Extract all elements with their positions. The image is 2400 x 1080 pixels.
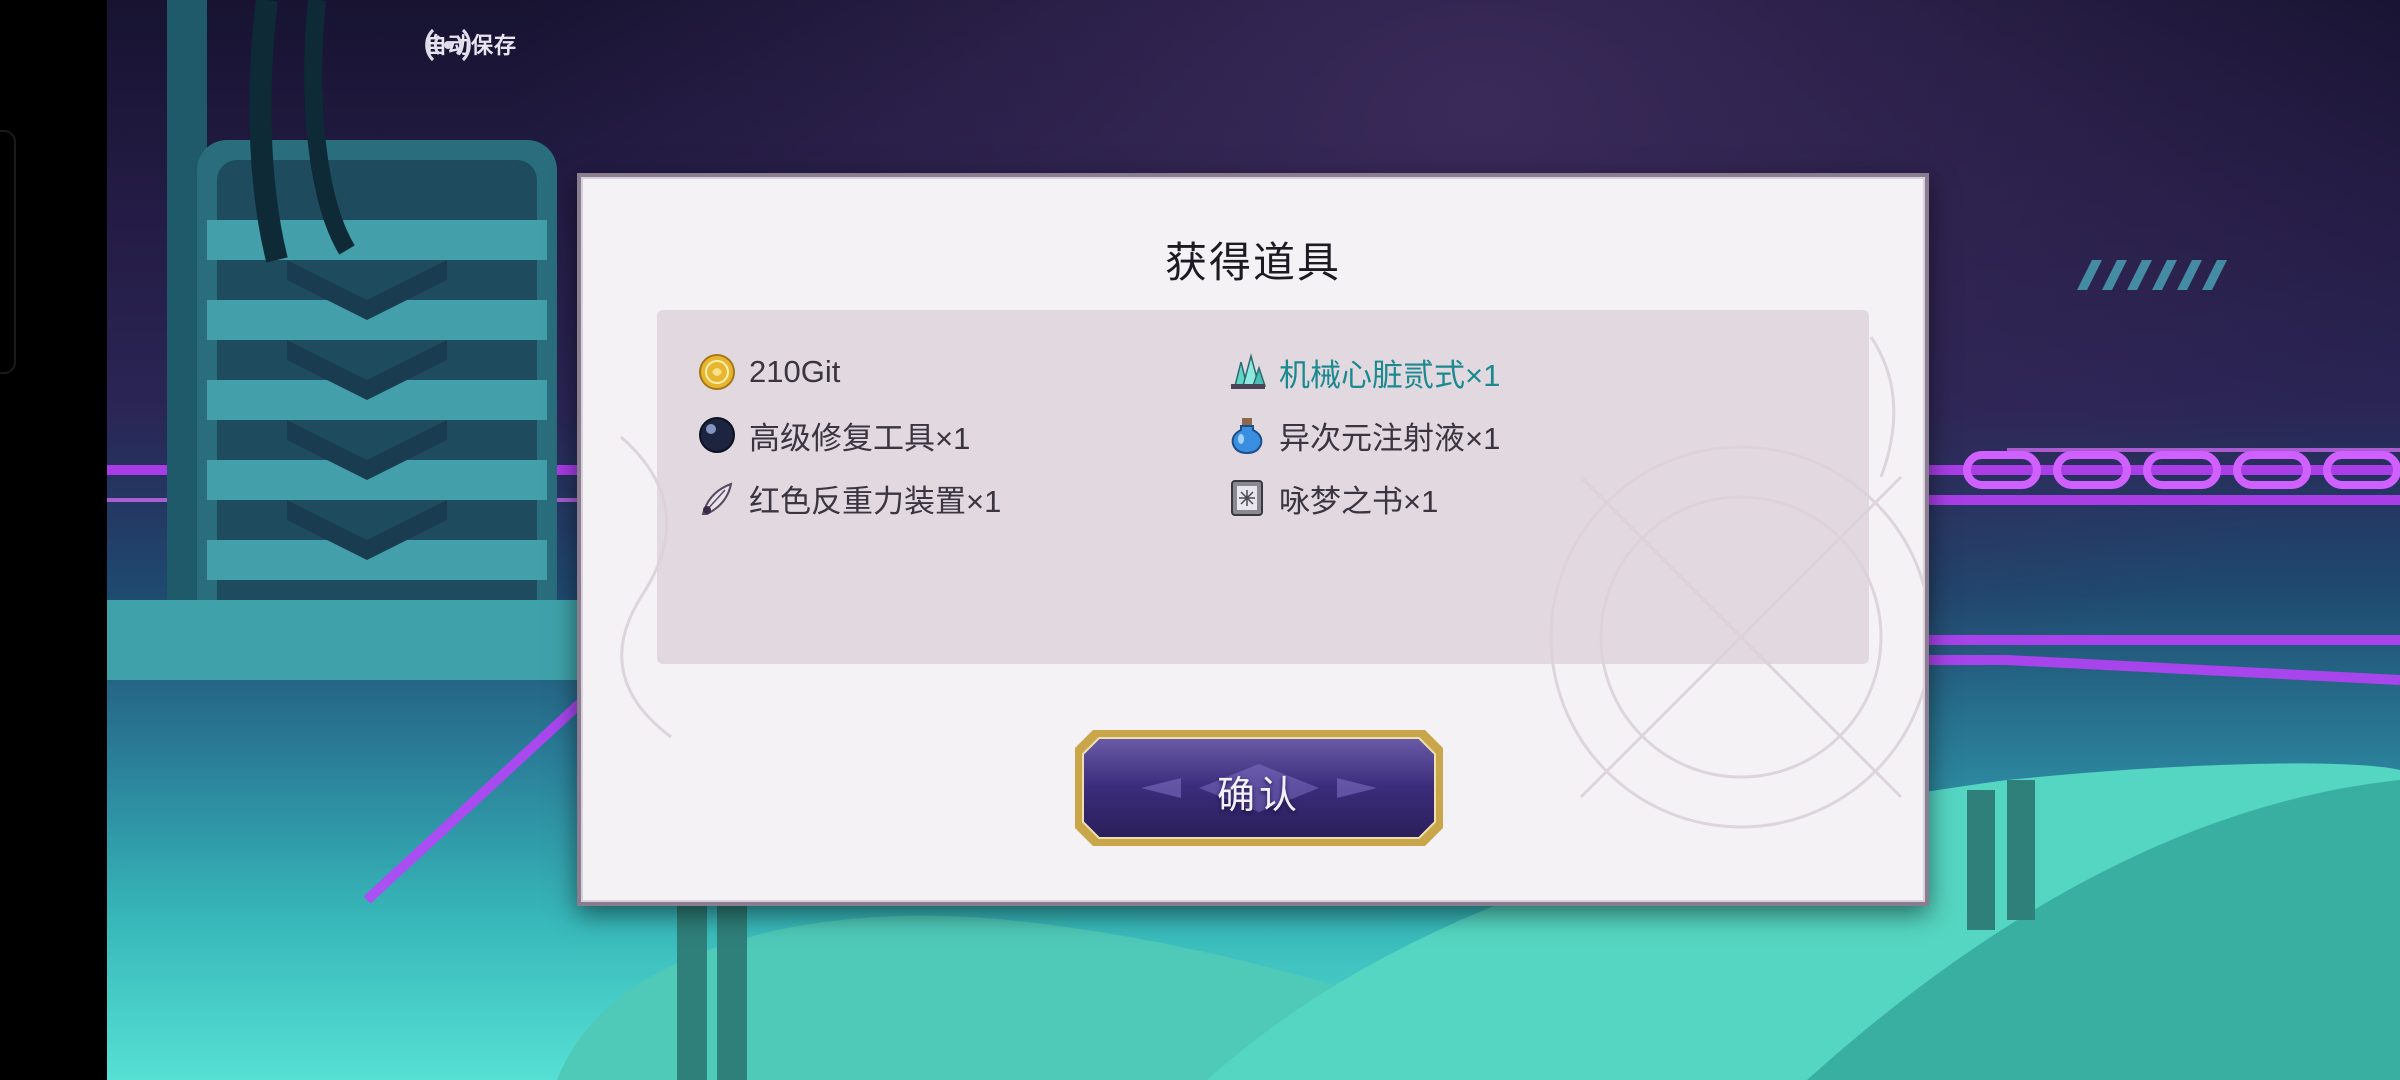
reward-item: 咏梦之书×1 (1227, 473, 1438, 523)
blue-potion-icon (1231, 418, 1263, 455)
reward-item: 高级修复工具×1 (697, 410, 970, 460)
reward-item-label: 机械心脏贰式×1 (1279, 357, 1501, 393)
reward-item: 机械心脏贰式×1 (1227, 347, 1500, 397)
feather-device-icon (701, 482, 733, 515)
reward-item-label: 咏梦之书×1 (1279, 483, 1439, 519)
dark-orb-icon (699, 417, 735, 453)
dialog-title: 获得道具 (1164, 239, 1341, 286)
screen-left-bezel (0, 0, 107, 1080)
reward-item-label: 210Git (749, 354, 841, 389)
confirm-button-label: 确认 (1216, 775, 1301, 817)
gold-coin-icon (699, 354, 735, 390)
autosave-indicator: 自动保存 (425, 22, 517, 66)
item-reward-dialog: 获得道具 210Git 机械心脏贰式×1 高级修复工具×1 异次元注射液×1 红… (577, 173, 1929, 906)
reward-item-label: 红色反重力装置×1 (749, 483, 1002, 519)
crystal-cluster-icon (1231, 353, 1267, 389)
bezel-notch (0, 130, 16, 374)
reward-item: 异次元注射液×1 (1227, 410, 1500, 460)
reward-item: 红色反重力装置×1 (697, 473, 1001, 523)
reward-item: 210Git (697, 347, 840, 397)
broadcast-icon (425, 28, 471, 62)
reward-item-label: 高级修复工具×1 (749, 420, 971, 456)
reward-items-panel: 210Git 机械心脏贰式×1 高级修复工具×1 异次元注射液×1 红色反重力装… (657, 310, 1869, 664)
book-icon (1231, 480, 1263, 516)
confirm-button[interactable]: 确认 (1071, 726, 1447, 850)
reward-item-label: 异次元注射液×1 (1279, 420, 1501, 456)
